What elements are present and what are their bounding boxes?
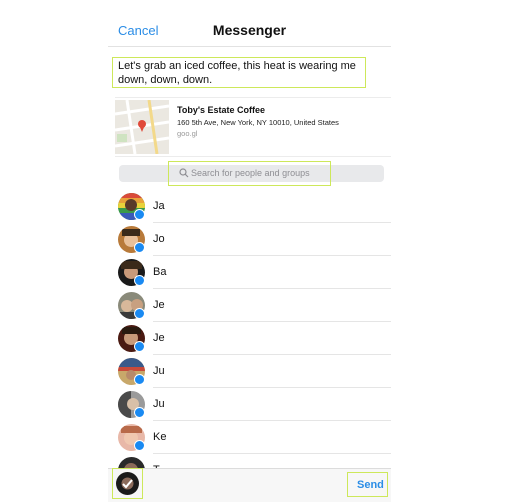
contact-name: Ju — [153, 398, 165, 410]
map-thumbnail — [115, 100, 169, 154]
map-image — [115, 100, 169, 154]
messenger-badge-icon — [134, 275, 145, 286]
list-item[interactable]: Ba — [108, 256, 391, 289]
messenger-badge-icon — [134, 440, 145, 451]
contact-name: Jo — [153, 233, 165, 245]
list-item[interactable]: Ja — [108, 190, 391, 223]
selected-recipient-avatar[interactable] — [116, 472, 139, 495]
send-button[interactable]: Send — [357, 479, 384, 491]
contact-name: Ba — [153, 266, 167, 278]
link-domain: goo.gl — [177, 129, 198, 138]
contact-name: Je — [153, 332, 165, 344]
contact-name: Je — [153, 299, 165, 311]
list-item[interactable]: Ju — [108, 355, 391, 388]
phone-screen: Cancel Messenger Let's grab an iced coff… — [108, 0, 391, 502]
search-input[interactable]: Search for people and groups — [191, 168, 310, 178]
nav-bar: Cancel Messenger — [108, 18, 391, 47]
contact-name: Ke — [153, 431, 167, 443]
link-title: Toby's Estate Coffee — [177, 105, 265, 115]
list-item[interactable]: Jo — [108, 223, 391, 256]
list-item[interactable]: Ke — [108, 421, 391, 454]
messenger-badge-icon — [134, 242, 145, 253]
contact-name: Ju — [153, 365, 165, 377]
messenger-badge-icon — [134, 374, 145, 385]
contact-name: Ja — [153, 200, 165, 212]
search-icon — [179, 168, 189, 178]
link-address: 160 5th Ave, New York, NY 10010, United … — [177, 118, 339, 127]
messenger-badge-icon — [134, 209, 145, 220]
messenger-badge-icon — [134, 341, 145, 352]
contact-list: Ja Jo Ba Je Je Ju Ju Ke — [108, 190, 391, 487]
list-item[interactable]: Ju — [108, 388, 391, 421]
list-item[interactable]: Je — [108, 289, 391, 322]
link-preview-card[interactable]: Toby's Estate Coffee 160 5th Ave, New Yo… — [115, 97, 391, 157]
list-item[interactable]: Je — [108, 322, 391, 355]
page-title: Messenger — [212, 22, 287, 38]
messenger-badge-icon — [134, 308, 145, 319]
status-bar — [108, 0, 391, 18]
messenger-badge-icon — [134, 407, 145, 418]
message-input[interactable]: Let's grab an iced coffee, this heat is … — [112, 57, 366, 88]
